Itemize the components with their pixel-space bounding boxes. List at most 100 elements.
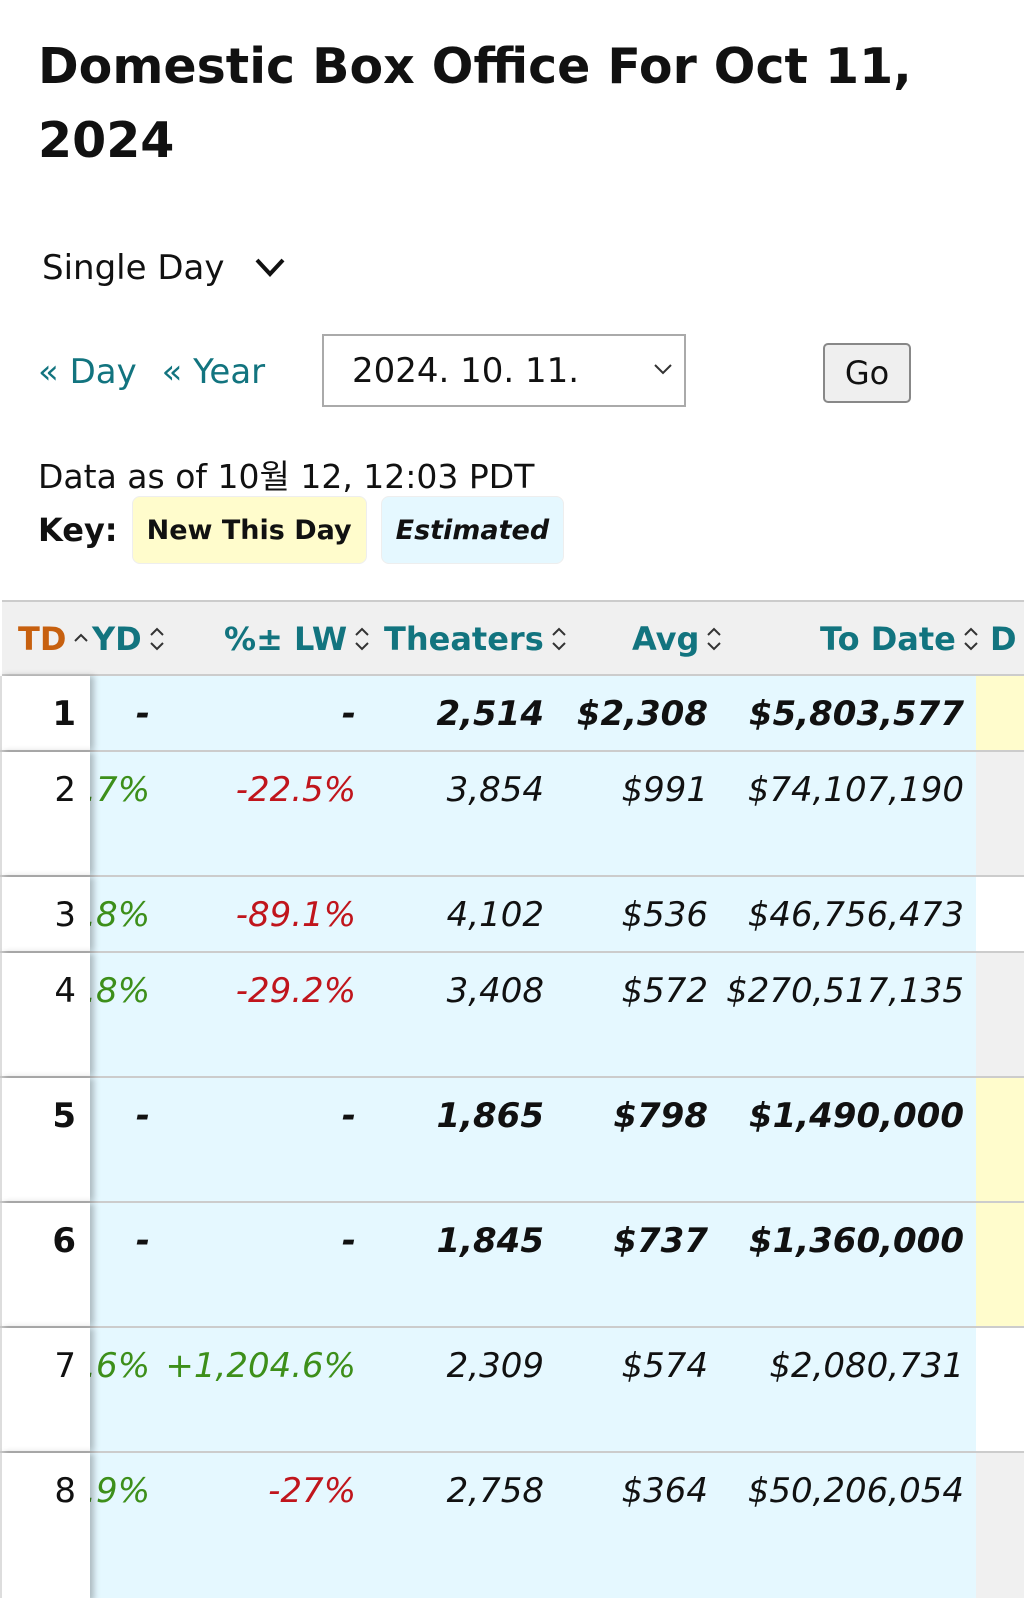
header-to-date[interactable]: To Date (820, 620, 980, 658)
cell-avg: $536 (621, 895, 708, 935)
key-new-this-day: New This Day (131, 496, 367, 564)
cell-to-date: $2,080,731 (769, 1346, 964, 1386)
cell-td: 3 (0, 877, 90, 951)
key-estimated: Estimated (380, 496, 565, 564)
table-row[interactable]: .8% -29.2% 3,408 $572 $270,517,135 4 (0, 953, 1024, 1078)
cell-to-date: $270,517,135 (726, 971, 964, 1011)
chevron-down-icon (654, 364, 672, 375)
cell-avg: $572 (621, 971, 708, 1011)
header-label: TD (18, 620, 67, 658)
cell-td: 8 (0, 1453, 90, 1598)
table-row[interactable]: .9% -27% 2,758 $364 $50,206,054 8 (0, 1453, 1024, 1598)
cell-lw: +1,204.6% (165, 1346, 356, 1386)
period-select-value: Single Day (42, 248, 225, 288)
go-button[interactable]: Go (823, 343, 911, 403)
cell-yd: .7% (85, 770, 150, 810)
data-as-of: Data as of 10월 12, 12:03 PDT (38, 457, 535, 496)
header-yd[interactable]: YD (92, 620, 166, 658)
row-edge-cell (976, 1078, 1024, 1201)
header-lw[interactable]: %± LW (224, 620, 371, 658)
header-label: %± LW (224, 620, 348, 658)
box-office-table: TD YD %± LW Theaters Avg To Date D - - 2,514 $2,3… (0, 600, 1024, 1598)
prev-year-link[interactable]: « Year (162, 352, 266, 392)
header-avg[interactable]: Avg (632, 620, 723, 658)
cell-to-date: $5,803,577 (748, 694, 964, 734)
row-edge-cell (976, 1453, 1024, 1598)
prev-day-link[interactable]: « Day (38, 352, 137, 392)
table-row[interactable]: - - 2,514 $2,308 $5,803,577 1 (0, 676, 1024, 752)
rank: 3 (54, 895, 76, 935)
rank: 4 (54, 971, 76, 1011)
table-row[interactable]: .6% +1,204.6% 2,309 $574 $2,080,731 7 (0, 1328, 1024, 1453)
cell-theaters: 2,758 (446, 1471, 544, 1511)
cell-avg: $364 (621, 1471, 708, 1511)
row-edge-cell (976, 676, 1024, 750)
sort-icon (355, 627, 369, 651)
cell-theaters: 2,514 (436, 694, 544, 734)
header-label: YD (92, 620, 142, 658)
cell-lw: -29.2% (235, 971, 356, 1011)
cell-theaters: 4,102 (446, 895, 544, 935)
sort-icon (552, 627, 566, 651)
header-label: D (990, 620, 1017, 658)
key-label: Key: (38, 511, 118, 549)
cell-yd: .8% (85, 971, 150, 1011)
table-row[interactable]: .8% -89.1% 4,102 $536 $46,756,473 3 (0, 877, 1024, 953)
table-row[interactable]: - - 1,845 $737 $1,360,000 6 (0, 1203, 1024, 1328)
cell-theaters: 3,408 (446, 971, 544, 1011)
cell-lw: - (341, 1221, 356, 1261)
cell-theaters: 1,845 (436, 1221, 544, 1261)
cell-avg: $798 (613, 1096, 708, 1136)
cell-td: 2 (0, 752, 90, 875)
header-td[interactable]: TD (18, 620, 90, 658)
header-label: To Date (820, 620, 956, 658)
cell-lw: - (341, 694, 356, 734)
key-legend: Key: New This Day Estimated (38, 496, 565, 564)
cell-to-date: $50,206,054 (747, 1471, 964, 1511)
row-edge-cell (976, 953, 1024, 1076)
cell-yd: - (135, 1221, 150, 1261)
header-theaters[interactable]: Theaters (384, 620, 568, 658)
date-select[interactable]: 2024. 10. 11. (322, 334, 686, 407)
cell-avg: $737 (613, 1221, 708, 1261)
cell-to-date: $1,360,000 (748, 1221, 964, 1261)
cell-theaters: 3,854 (446, 770, 544, 810)
cell-td: 7 (0, 1328, 90, 1451)
cell-yd: .8% (85, 895, 150, 935)
rank: 2 (54, 770, 76, 810)
cell-to-date: $46,756,473 (747, 895, 964, 935)
table-row[interactable]: .7% -22.5% 3,854 $991 $74,107,190 2 (0, 752, 1024, 877)
row-edge-cell (976, 877, 1024, 951)
cell-lw: -89.1% (235, 895, 356, 935)
header-label: Theaters (384, 620, 544, 658)
row-edge-cell (976, 1328, 1024, 1451)
cell-avg: $574 (621, 1346, 708, 1386)
cell-avg: $2,308 (576, 694, 708, 734)
header-d[interactable]: D (990, 620, 1017, 658)
table-row[interactable]: - - 1,865 $798 $1,490,000 5 (0, 1078, 1024, 1203)
sort-icon (150, 627, 164, 651)
row-edge-cell (976, 752, 1024, 875)
sort-asc-icon (74, 633, 89, 642)
cell-yd: - (135, 1096, 150, 1136)
cell-to-date: $74,107,190 (747, 770, 964, 810)
header-label: Avg (632, 620, 700, 658)
cell-to-date: $1,490,000 (748, 1096, 964, 1136)
cell-yd: - (135, 694, 150, 734)
cell-lw: -22.5% (235, 770, 356, 810)
rank: 8 (54, 1471, 76, 1511)
chevron-down-icon (256, 258, 285, 277)
cell-td: 5 (0, 1078, 90, 1201)
row-edge-cell (976, 1203, 1024, 1326)
cell-td: 6 (0, 1203, 90, 1326)
cell-theaters: 1,865 (436, 1096, 544, 1136)
sort-icon (964, 627, 978, 651)
cell-yd: .9% (85, 1471, 150, 1511)
cell-td: 4 (0, 953, 90, 1076)
cell-td: 1 (0, 676, 90, 750)
rank: 6 (52, 1221, 76, 1261)
cell-lw: -27% (268, 1471, 356, 1511)
date-select-value: 2024. 10. 11. (352, 350, 580, 391)
period-select[interactable]: Single Day (42, 248, 286, 288)
sort-icon (707, 627, 722, 651)
